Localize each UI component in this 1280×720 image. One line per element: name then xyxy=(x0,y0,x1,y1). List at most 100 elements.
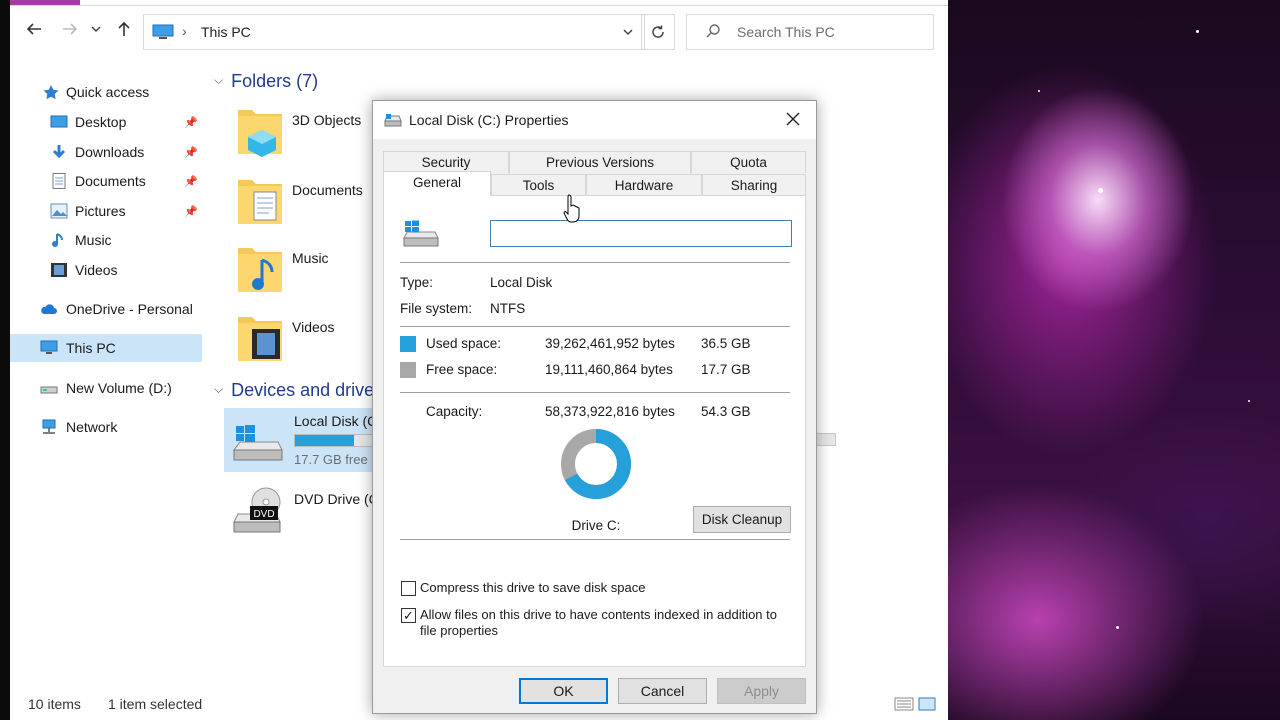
refresh-button[interactable] xyxy=(641,14,675,50)
volume-label-field[interactable] xyxy=(490,220,792,247)
sidebar-item-onedrive[interactable]: OneDrive - Personal xyxy=(10,295,202,323)
sidebar-item-quick-access[interactable]: Quick access xyxy=(10,78,202,106)
used-space-gb: 36.5 GB xyxy=(701,336,751,351)
pin-icon: 📌 xyxy=(184,206,198,218)
windows-drive-icon xyxy=(403,220,439,247)
close-button[interactable] xyxy=(780,107,806,133)
sidebar-item-network[interactable]: Network xyxy=(10,413,202,441)
devices-section-header[interactable]: ⌵ Devices and drive xyxy=(214,380,374,401)
sidebar-item-downloads[interactable]: Downloads 📌 xyxy=(10,138,202,166)
folder-documents[interactable]: Documents xyxy=(236,174,376,234)
video-icon xyxy=(51,263,67,277)
tab-tools[interactable]: Tools xyxy=(491,174,586,196)
compress-label: Compress this drive to save disk space xyxy=(420,580,646,595)
videos-folder-icon xyxy=(238,317,282,361)
folder-3d-objects[interactable]: 3D Objects xyxy=(236,104,376,164)
address-dropdown-button[interactable] xyxy=(622,23,634,44)
sidebar-item-label: Quick access xyxy=(66,84,150,100)
drive-usage-bar xyxy=(816,433,836,446)
music-icon xyxy=(52,233,63,247)
dvd-badge: DVD xyxy=(253,509,274,520)
folders-section-header[interactable]: ⌵ Folders (7) xyxy=(214,71,318,92)
file-system-value: NTFS xyxy=(490,301,526,316)
folders-header-label: Folders (7) xyxy=(231,71,319,91)
disk-usage-donut-chart xyxy=(561,429,631,499)
titlebar-divider xyxy=(10,5,948,6)
sidebar-item-videos[interactable]: Videos xyxy=(10,256,202,284)
type-label: Type: xyxy=(400,275,434,290)
sidebar-item-label: Network xyxy=(66,419,118,435)
drive-dvd[interactable]: DVD DVD Drive (C xyxy=(224,486,384,546)
drive-local-disk-c[interactable]: Local Disk (C 17.7 GB free xyxy=(224,408,384,472)
search-box[interactable]: Search This PC xyxy=(686,14,934,50)
download-icon xyxy=(52,145,66,159)
drive-label: Drive C: xyxy=(571,518,621,533)
folder-videos[interactable]: Videos xyxy=(236,311,376,371)
drive-usage-bar xyxy=(294,434,384,447)
sidebar-item-label: OneDrive - Personal xyxy=(66,301,193,317)
sidebar-item-documents[interactable]: Documents 📌 xyxy=(10,167,202,195)
sidebar-item-label: Desktop xyxy=(75,114,127,130)
view-toggle-icons[interactable] xyxy=(894,695,938,713)
sidebar-item-music[interactable]: Music xyxy=(10,226,202,254)
sidebar-item-this-pc[interactable]: This PC xyxy=(10,334,202,362)
breadcrumb-path[interactable]: This PC xyxy=(201,24,251,40)
star xyxy=(1038,90,1040,92)
tab-hardware[interactable]: Hardware xyxy=(586,174,702,196)
used-space-bytes: 39,262,461,952 bytes xyxy=(545,336,675,351)
star xyxy=(1098,188,1103,193)
sidebar-item-new-volume[interactable]: New Volume (D:) xyxy=(10,374,202,402)
cancel-button[interactable]: Cancel xyxy=(618,678,707,704)
index-checkbox[interactable]: ✓ xyxy=(401,608,416,623)
back-button[interactable] xyxy=(22,20,46,44)
tab-sharing[interactable]: Sharing xyxy=(702,174,806,196)
search-icon xyxy=(706,24,720,38)
status-selection: 1 item selected xyxy=(108,696,203,712)
documents-folder-icon xyxy=(238,180,282,224)
free-space-label: Free space: xyxy=(426,362,498,377)
refresh-icon xyxy=(652,25,664,38)
divider xyxy=(400,539,790,540)
folder-name: 3D Objects xyxy=(292,112,362,128)
details-view-icon xyxy=(894,697,914,711)
chevron-down-icon xyxy=(623,29,633,36)
close-icon xyxy=(786,112,800,126)
drive-name: DVD Drive (C xyxy=(294,491,379,507)
arrow-right-icon xyxy=(63,23,78,35)
tab-previous-versions[interactable]: Previous Versions xyxy=(509,151,691,173)
sidebar-item-pictures[interactable]: Pictures 📌 xyxy=(10,197,202,225)
arrow-up-icon xyxy=(118,21,130,36)
compress-checkbox[interactable] xyxy=(401,581,416,596)
network-icon xyxy=(42,419,56,434)
computer-icon xyxy=(40,340,58,354)
used-space-swatch xyxy=(400,336,416,352)
apply-button[interactable]: Apply xyxy=(717,678,806,704)
sidebar-item-desktop[interactable]: Desktop 📌 xyxy=(10,108,202,136)
navigation-bar: › This PC Search This PC xyxy=(10,14,948,50)
forward-button[interactable] xyxy=(58,20,82,44)
music-folder-icon xyxy=(238,248,282,292)
used-space-label: Used space: xyxy=(426,336,502,351)
status-item-count: 10 items xyxy=(28,696,81,712)
arrow-left-icon xyxy=(26,23,41,35)
address-bar[interactable]: › This PC xyxy=(143,14,645,50)
picture-icon xyxy=(50,203,68,219)
pin-icon: 📌 xyxy=(184,176,198,188)
chevron-down-icon: ⌵ xyxy=(214,73,224,87)
up-button[interactable] xyxy=(112,20,136,44)
navigation-pane: Quick access Desktop 📌 Downloads 📌 Docum… xyxy=(10,70,202,690)
tab-quota[interactable]: Quota xyxy=(691,151,806,173)
folder-music[interactable]: Music xyxy=(236,242,376,302)
folder-name: Videos xyxy=(292,319,335,335)
cloud-icon xyxy=(41,304,57,314)
desktop-wallpaper xyxy=(948,0,1280,720)
desktop-icon xyxy=(50,115,68,128)
ok-button[interactable]: OK xyxy=(519,678,608,704)
tab-security[interactable]: Security xyxy=(383,151,509,173)
tab-general[interactable]: General xyxy=(383,171,491,196)
free-space-gb: 17.7 GB xyxy=(701,362,751,377)
recent-locations-button[interactable] xyxy=(88,20,104,44)
star-icon xyxy=(43,85,59,100)
disk-cleanup-button[interactable]: Disk Cleanup xyxy=(693,506,791,533)
breadcrumb-separator-icon: › xyxy=(182,23,187,39)
